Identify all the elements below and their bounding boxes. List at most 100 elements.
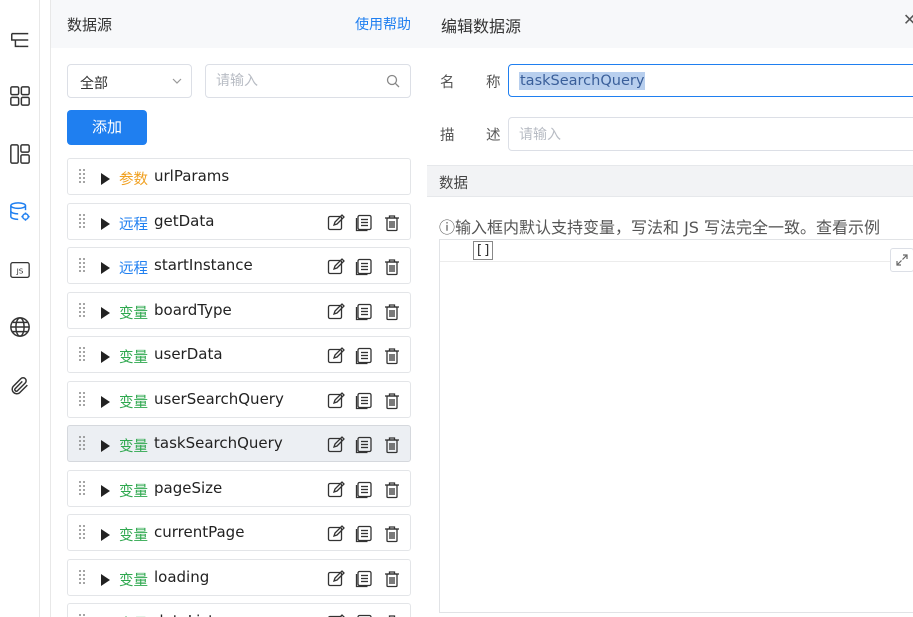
attachment-icon[interactable] bbox=[8, 374, 32, 398]
drag-handle-icon[interactable] bbox=[78, 480, 86, 498]
editor-header: 编辑数据源 ✕ bbox=[427, 0, 913, 48]
copy-icon[interactable] bbox=[354, 213, 374, 233]
datasource-item[interactable]: 变量 pageSize bbox=[67, 469, 411, 507]
datasource-type-tag: 远程 bbox=[119, 261, 148, 277]
datasource-name: dataList bbox=[154, 612, 214, 617]
search-icon[interactable] bbox=[386, 74, 400, 88]
delete-icon[interactable] bbox=[382, 480, 402, 500]
expand-caret-icon[interactable] bbox=[100, 437, 110, 452]
datasource-item[interactable]: 变量 boardType bbox=[67, 291, 411, 329]
datasource-item[interactable]: 远程 getData bbox=[67, 202, 411, 240]
name-input[interactable]: taskSearchQuery bbox=[508, 64, 913, 97]
copy-icon[interactable] bbox=[354, 346, 374, 366]
datasource-item[interactable]: 变量 currentPage bbox=[67, 514, 411, 551]
datasource-actions bbox=[326, 302, 402, 322]
delete-icon[interactable] bbox=[382, 391, 402, 411]
copy-icon[interactable] bbox=[354, 569, 374, 589]
datasource-name: userSearchQuery bbox=[154, 389, 284, 408]
edit-icon[interactable] bbox=[326, 480, 346, 500]
copy-icon[interactable] bbox=[354, 435, 374, 455]
datasource-actions bbox=[326, 257, 402, 277]
datasource-name: boardType bbox=[154, 300, 232, 319]
expand-caret-icon[interactable] bbox=[100, 526, 110, 541]
expand-caret-icon[interactable] bbox=[100, 348, 110, 363]
expand-caret-icon[interactable] bbox=[100, 170, 110, 185]
drag-handle-icon[interactable] bbox=[78, 257, 86, 275]
code-editor[interactable]: [] bbox=[439, 239, 913, 613]
datasource-type-tag: 变量 bbox=[119, 350, 148, 366]
drag-handle-icon[interactable] bbox=[78, 569, 86, 587]
outline-icon[interactable] bbox=[8, 28, 32, 52]
drag-handle-icon[interactable] bbox=[78, 524, 86, 542]
type-filter-select[interactable]: 全部 bbox=[67, 64, 192, 98]
edit-icon[interactable] bbox=[326, 346, 346, 366]
name-label-2: 称 bbox=[486, 75, 501, 91]
datasource-item[interactable]: 变量 userSearchQuery bbox=[67, 380, 411, 418]
expand-caret-icon[interactable] bbox=[100, 215, 110, 230]
globe-icon[interactable] bbox=[8, 315, 32, 339]
app: JS 数据源 使用帮助 全部 请输入 添加 参数 urlParams 远程 ge… bbox=[0, 0, 913, 617]
delete-icon[interactable] bbox=[382, 213, 402, 233]
drag-handle-icon[interactable] bbox=[78, 168, 86, 186]
code-value: [] bbox=[473, 241, 494, 260]
edit-icon[interactable] bbox=[326, 569, 346, 589]
code-line: [] bbox=[440, 240, 913, 262]
copy-icon[interactable] bbox=[354, 613, 374, 617]
expand-caret-icon[interactable] bbox=[100, 571, 110, 586]
datasource-name: currentPage bbox=[154, 523, 245, 541]
datasource-item[interactable]: 变量 userData bbox=[67, 336, 411, 373]
delete-icon[interactable] bbox=[382, 302, 402, 322]
help-link[interactable]: 使用帮助 bbox=[355, 14, 411, 34]
datasource-item[interactable]: 变量 loading bbox=[67, 558, 411, 596]
drag-handle-icon[interactable] bbox=[78, 302, 86, 320]
datasource-item[interactable]: 远程 startInstance bbox=[67, 247, 411, 284]
expand-caret-icon[interactable] bbox=[100, 304, 110, 319]
copy-icon[interactable] bbox=[354, 257, 374, 277]
delete-icon[interactable] bbox=[382, 346, 402, 366]
delete-icon[interactable] bbox=[382, 524, 402, 544]
datasource-type-tag: 参数 bbox=[119, 172, 148, 188]
expand-caret-icon[interactable] bbox=[100, 259, 110, 274]
components-icon[interactable] bbox=[8, 84, 32, 108]
delete-icon[interactable] bbox=[382, 613, 402, 617]
drag-handle-icon[interactable] bbox=[78, 435, 86, 453]
expand-caret-icon[interactable] bbox=[100, 393, 110, 408]
datasource-item[interactable]: 参数 urlParams bbox=[67, 158, 411, 195]
close-icon[interactable]: ✕ bbox=[903, 10, 913, 29]
delete-icon[interactable] bbox=[382, 257, 402, 277]
delete-icon[interactable] bbox=[382, 569, 402, 589]
edit-icon[interactable] bbox=[326, 302, 346, 322]
filter-value: 全部 bbox=[80, 76, 108, 92]
expand-button[interactable] bbox=[890, 248, 913, 272]
description-field[interactable] bbox=[508, 117, 913, 151]
copy-icon[interactable] bbox=[354, 524, 374, 544]
copy-icon[interactable] bbox=[354, 391, 374, 411]
drag-handle-icon[interactable] bbox=[78, 613, 86, 617]
delete-icon[interactable] bbox=[382, 435, 402, 455]
add-button[interactable]: 添加 bbox=[67, 110, 147, 145]
copy-icon[interactable] bbox=[354, 302, 374, 322]
edit-icon[interactable] bbox=[326, 613, 346, 617]
search-field[interactable] bbox=[205, 64, 411, 98]
description-input[interactable] bbox=[519, 125, 899, 145]
drag-handle-icon[interactable] bbox=[78, 391, 86, 409]
js-icon[interactable]: JS bbox=[8, 258, 32, 282]
expand-caret-icon[interactable] bbox=[100, 482, 110, 497]
edit-icon[interactable] bbox=[326, 524, 346, 544]
datasource-item[interactable]: 变量 dataList bbox=[67, 603, 411, 617]
name-label-1: 名 bbox=[440, 75, 455, 91]
datasource-actions bbox=[326, 613, 402, 617]
edit-icon[interactable] bbox=[326, 213, 346, 233]
datasource-name: getData bbox=[154, 211, 215, 230]
edit-icon[interactable] bbox=[326, 257, 346, 277]
edit-icon[interactable] bbox=[326, 435, 346, 455]
edit-icon[interactable] bbox=[326, 391, 346, 411]
datasource-type-tag: 变量 bbox=[119, 572, 148, 589]
datasource-icon[interactable] bbox=[8, 200, 32, 224]
datasource-item[interactable]: 变量 taskSearchQuery bbox=[67, 425, 411, 462]
layout-icon[interactable] bbox=[8, 142, 32, 166]
drag-handle-icon[interactable] bbox=[78, 346, 86, 364]
drag-handle-icon[interactable] bbox=[78, 213, 86, 231]
copy-icon[interactable] bbox=[354, 480, 374, 500]
search-input[interactable] bbox=[216, 71, 376, 91]
